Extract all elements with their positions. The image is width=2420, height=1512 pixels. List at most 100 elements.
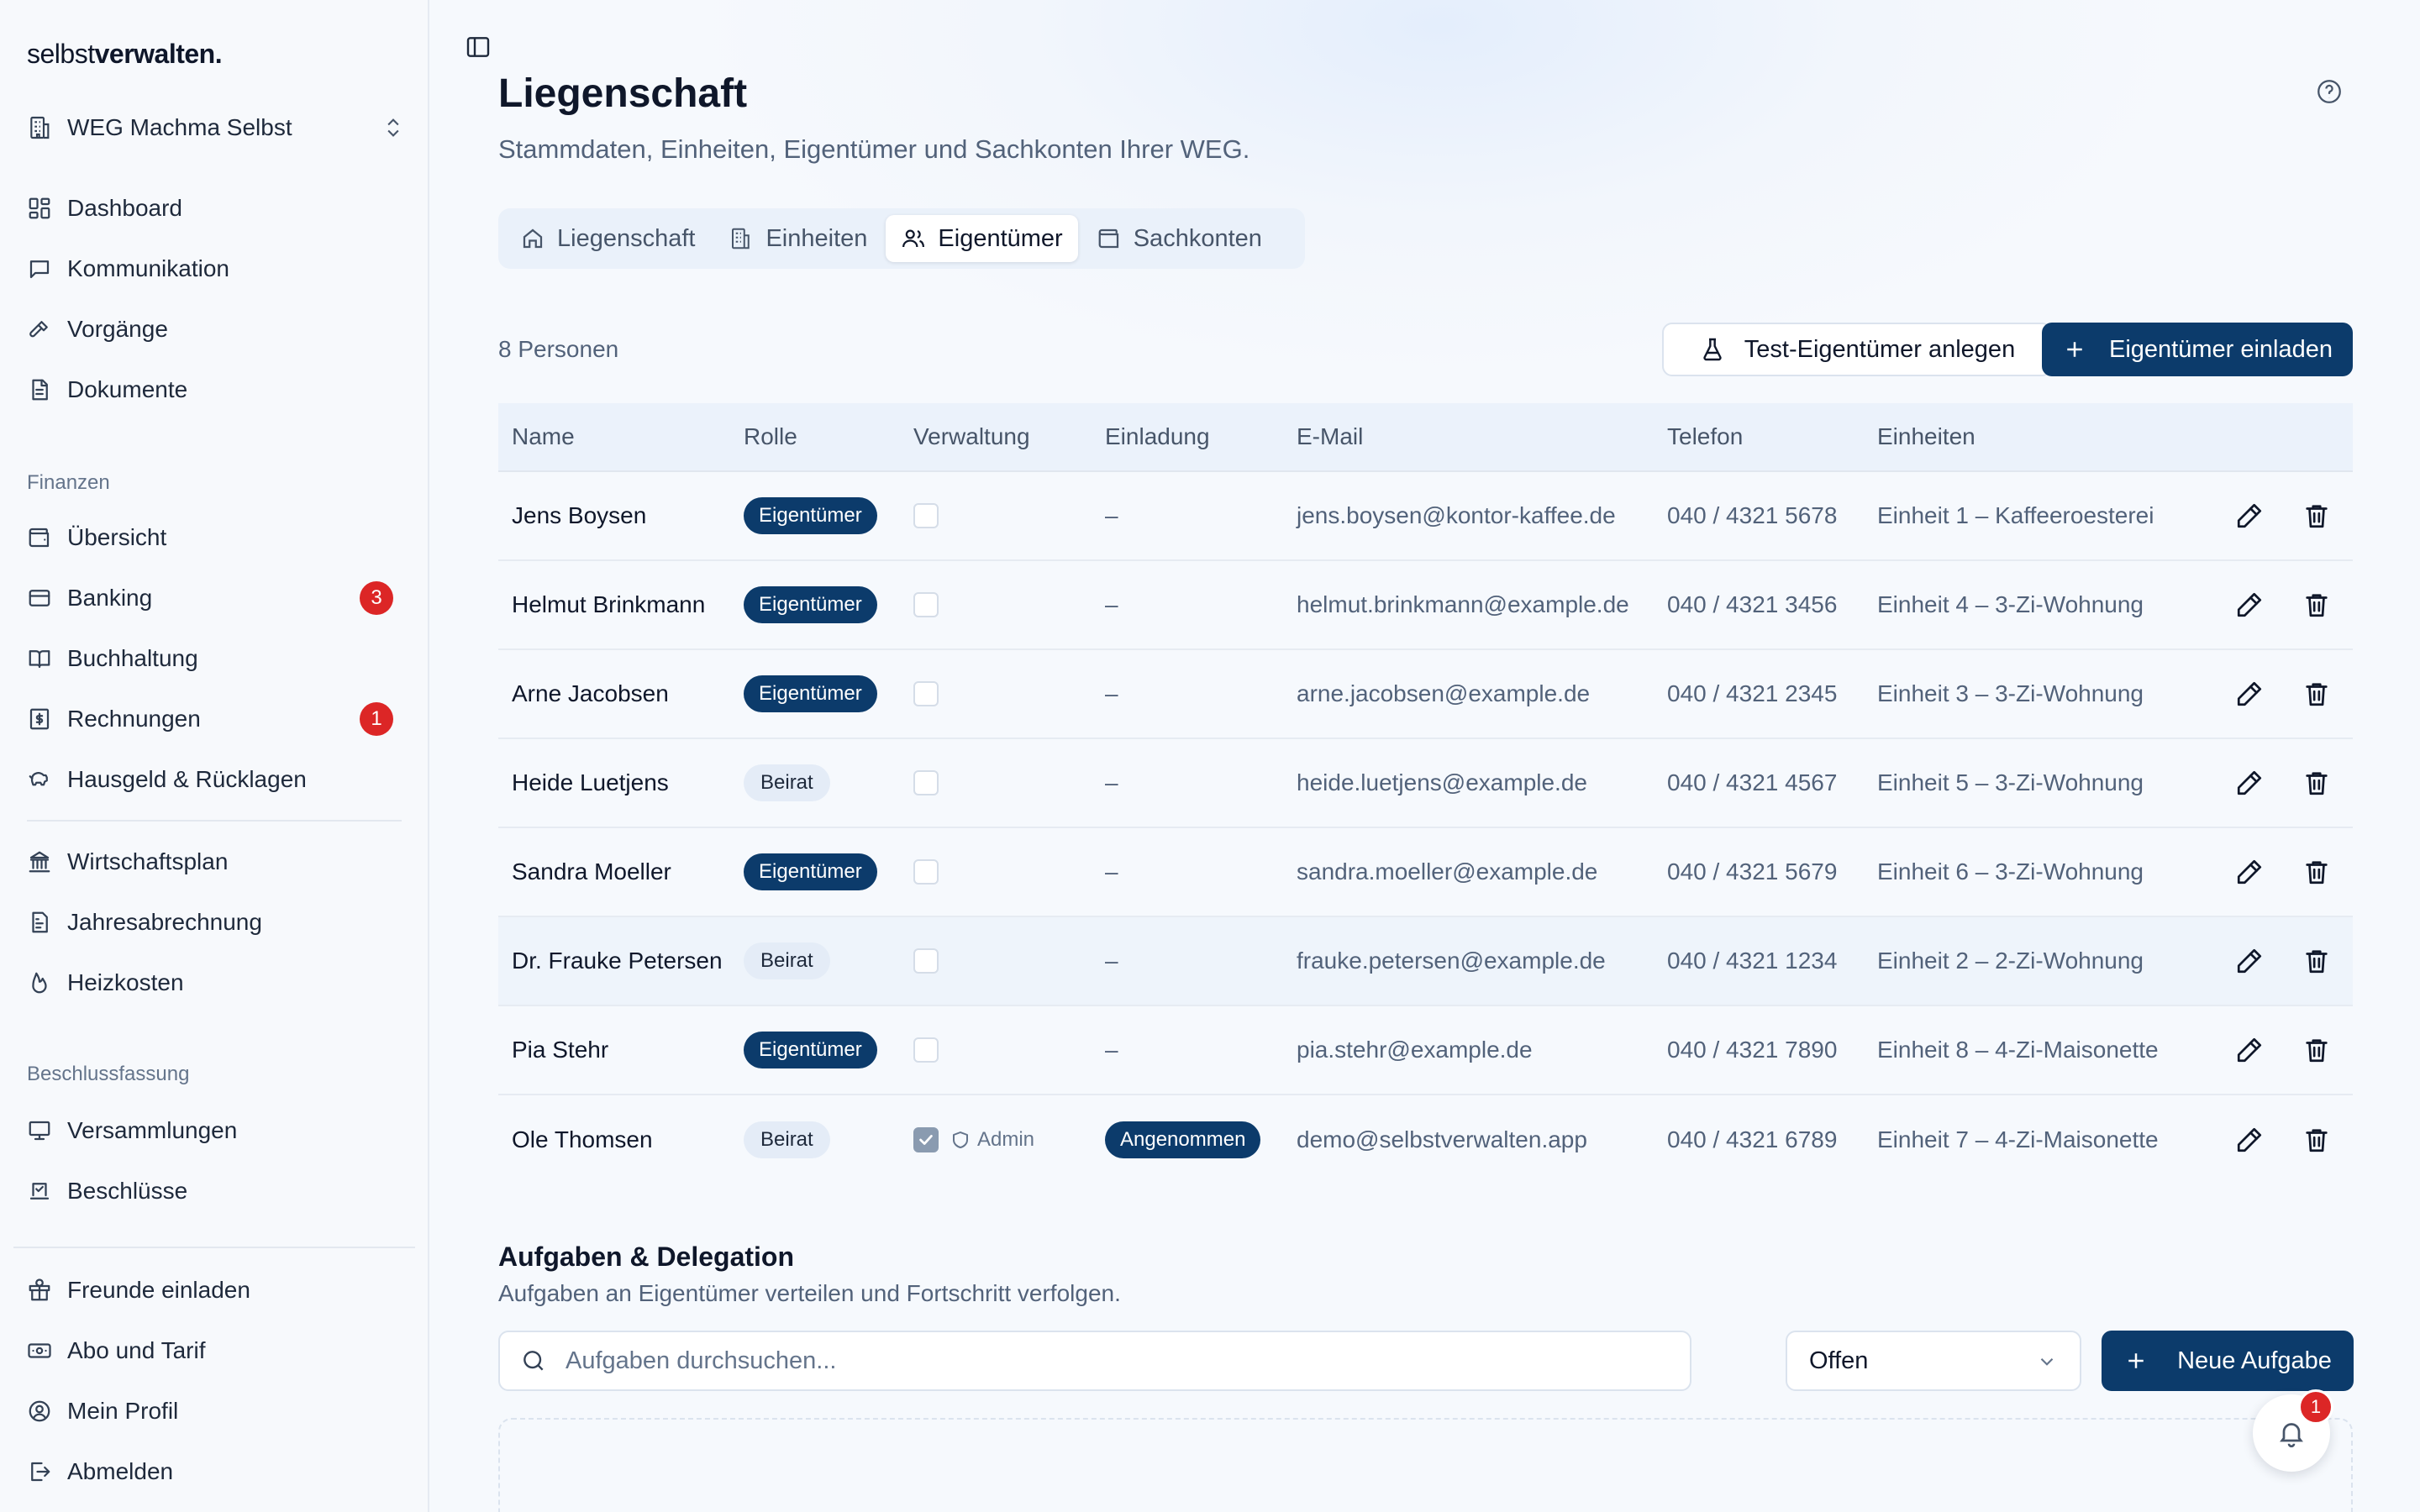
owner-phone: 040 / 4321 4567: [1667, 769, 1838, 795]
sidebar-section-label: Beschlussfassung: [27, 1063, 190, 1085]
sidebar: selbstverwalten. WEG Machma Selbst Dashb…: [0, 0, 429, 1512]
users-icon: [901, 226, 926, 251]
trash-icon[interactable]: [2302, 1036, 2331, 1064]
sidebar-item-abmelden[interactable]: Abmelden: [27, 1453, 413, 1490]
admin-checkbox[interactable]: [913, 1127, 939, 1152]
pencil-icon[interactable]: [2235, 947, 2264, 975]
pencil-icon[interactable]: [2235, 858, 2264, 886]
sidebar-item-label: Buchhaltung: [67, 645, 198, 671]
admin-checkbox[interactable]: [913, 859, 939, 885]
sidebar-item-label: Vorgänge: [67, 316, 168, 342]
trash-icon[interactable]: [2302, 858, 2331, 886]
table-header: Name Rolle Verwaltung Einladung E-Mail T…: [498, 403, 2353, 472]
admin-label: Admin: [950, 1128, 1034, 1152]
select-value: Offen: [1809, 1347, 1869, 1374]
pencil-icon[interactable]: [2235, 769, 2264, 797]
sidebar-item-kommunikation[interactable]: Kommunikation: [27, 250, 413, 287]
notification-button[interactable]: 1: [2253, 1389, 2333, 1472]
sidebar-item-rechnungen[interactable]: Rechnungen 1: [27, 701, 413, 738]
sidebar-item-banking[interactable]: Banking 3: [27, 580, 413, 617]
admin-checkbox[interactable]: [913, 1037, 939, 1063]
admin-checkbox[interactable]: [913, 592, 939, 617]
logout-icon: [27, 1459, 52, 1484]
sidebar-item-abo-und-tarif[interactable]: Abo und Tarif: [27, 1332, 413, 1369]
invite-status: –: [1105, 948, 1118, 974]
owner-name: Helmut Brinkmann: [512, 591, 706, 617]
page-title: Liegenschaft: [498, 71, 748, 116]
create-test-owner-button[interactable]: Test-Eigentümer anlegen: [1662, 323, 2052, 376]
sidebar-item-freunde-einladen[interactable]: Freunde einladen: [27, 1272, 413, 1309]
trash-icon[interactable]: [2302, 591, 2331, 619]
app-logo[interactable]: selbstverwalten.: [27, 39, 223, 70]
column-header-role[interactable]: Rolle: [744, 423, 913, 450]
pencil-icon[interactable]: [2235, 1126, 2264, 1154]
sidebar-item-uebersicht[interactable]: Übersicht: [27, 519, 413, 556]
sidebar-item-dashboard[interactable]: Dashboard: [27, 190, 413, 227]
invite-owner-button[interactable]: Eigentümer einladen: [2042, 323, 2353, 376]
sidebar-item-wirtschaftsplan[interactable]: Wirtschaftsplan: [27, 843, 413, 880]
sidebar-divider: [13, 1247, 415, 1248]
sidebar-item-dokumente[interactable]: Dokumente: [27, 371, 413, 408]
owner-phone: 040 / 4321 1234: [1667, 948, 1838, 974]
trash-icon[interactable]: [2302, 947, 2331, 975]
admin-checkbox[interactable]: [913, 681, 939, 706]
sidebar-item-buchhaltung[interactable]: Buchhaltung: [27, 640, 413, 677]
owners-table: Name Rolle Verwaltung Einladung E-Mail T…: [498, 403, 2353, 1184]
owner-email: helmut.brinkmann@example.de: [1297, 591, 1629, 617]
pencil-icon[interactable]: [2235, 1036, 2264, 1064]
pencil-icon[interactable]: [2235, 501, 2264, 530]
sidebar-item-heizkosten[interactable]: Heizkosten: [27, 964, 413, 1001]
sidebar-item-label: Freunde einladen: [67, 1277, 250, 1303]
status-filter-select[interactable]: Offen: [1786, 1331, 2081, 1391]
owner-name: Dr. Frauke Petersen: [512, 948, 723, 974]
column-header-admin[interactable]: Verwaltung: [913, 423, 1105, 450]
new-task-button[interactable]: Neue Aufgabe: [2102, 1331, 2354, 1391]
pencil-icon[interactable]: [2235, 591, 2264, 619]
sidebar-item-hausgeld-ruecklagen[interactable]: Hausgeld & Rücklagen: [27, 761, 413, 798]
sidebar-item-beschluesse[interactable]: Beschlüsse: [27, 1173, 413, 1210]
column-header-phone[interactable]: Telefon: [1667, 423, 1877, 450]
chevrons-up-down-icon: [381, 116, 405, 139]
table-body: Jens Boysen Eigentümer – jens.boysen@kontor…: [498, 472, 2353, 1184]
admin-checkbox[interactable]: [913, 770, 939, 795]
sidebar-item-label: Dashboard: [67, 195, 182, 221]
tab-einheiten[interactable]: Einheiten: [713, 215, 882, 262]
tab-liegenschaft[interactable]: Liegenschaft: [505, 215, 710, 262]
gift-icon: [27, 1278, 52, 1303]
sidebar-toggle-icon[interactable]: [465, 34, 492, 60]
column-header-name[interactable]: Name: [498, 423, 744, 450]
column-header-invite[interactable]: Einladung: [1105, 423, 1297, 450]
main-content: Liegenschaft Stammdaten, Einheiten, Eige…: [431, 0, 2420, 1512]
trash-icon[interactable]: [2302, 769, 2331, 797]
tab-sachkonten[interactable]: Sachkonten: [1081, 215, 1277, 262]
owner-name: Heide Luetjens: [512, 769, 669, 795]
button-label: Test-Eigentümer anlegen: [1744, 335, 2016, 363]
tab-eigentuemer[interactable]: Eigentümer: [886, 215, 1078, 262]
org-switcher[interactable]: WEG Machma Selbst: [27, 109, 405, 146]
column-header-email[interactable]: E-Mail: [1297, 423, 1667, 450]
column-header-units[interactable]: Einheiten: [1877, 423, 2222, 450]
sidebar-item-vorgaenge[interactable]: Vorgänge: [27, 311, 413, 348]
sidebar-item-versammlungen[interactable]: Versammlungen: [27, 1112, 413, 1149]
bell-icon: [2276, 1418, 2307, 1448]
sidebar-item-label: Beschlüsse: [67, 1178, 188, 1204]
trash-icon[interactable]: [2302, 680, 2331, 708]
search-input[interactable]: [566, 1347, 1658, 1375]
trash-icon[interactable]: [2302, 501, 2331, 530]
tab-label: Einheiten: [765, 224, 868, 252]
trash-icon[interactable]: [2302, 1126, 2331, 1154]
owner-email: sandra.moeller@example.de: [1297, 858, 1598, 885]
help-icon[interactable]: [2315, 77, 2344, 106]
pencil-icon[interactable]: [2235, 680, 2264, 708]
owner-name: Arne Jacobsen: [512, 680, 669, 706]
sidebar-item-mein-profil[interactable]: Mein Profil: [27, 1393, 413, 1430]
admin-checkbox[interactable]: [913, 948, 939, 974]
sidebar-item-label: Heizkosten: [67, 969, 184, 995]
sidebar-item-jahresabrechnung[interactable]: Jahresabrechnung: [27, 904, 413, 941]
flask-icon: [1699, 336, 1726, 363]
wallet-icon: [1097, 226, 1122, 251]
invite-status: –: [1105, 1037, 1118, 1063]
task-search[interactable]: [498, 1331, 1691, 1391]
owner-email: heide.luetjens@example.de: [1297, 769, 1587, 795]
admin-checkbox[interactable]: [913, 503, 939, 528]
